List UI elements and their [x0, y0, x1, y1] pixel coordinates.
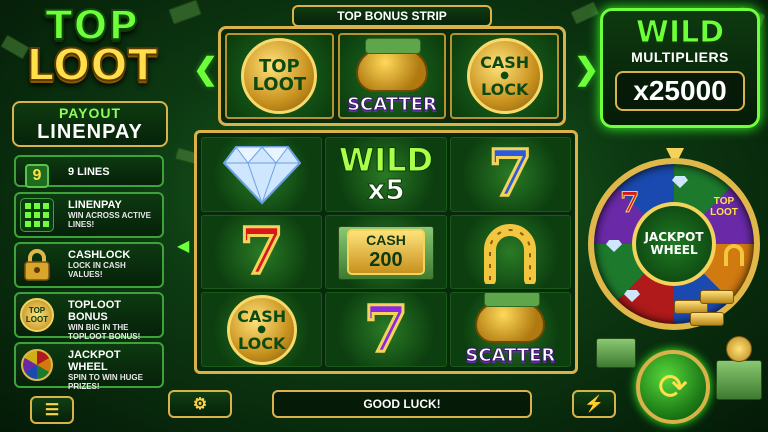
reel-cell-scatter: SCATTER: [449, 292, 571, 367]
wheel-toploot-text-1: TOP: [713, 196, 735, 207]
diamond-icon: [222, 146, 301, 205]
scatter-label: SCATTER: [347, 93, 438, 115]
bonus-strip-title: TOP BONUS STRIP: [292, 5, 492, 27]
payout-value: LINENPAY: [37, 121, 143, 143]
settings-button[interactable]: ⚙: [168, 390, 232, 418]
reel-cell-cash-lock: CASH ● LOCK: [201, 292, 323, 367]
wheel-toploot-text-2: LOOT: [710, 207, 738, 218]
toploot-icon: TOP LOOT: [241, 38, 318, 114]
wild-symbol: WILD x5: [338, 141, 434, 207]
reel-cell-diamond: [201, 137, 323, 212]
bonus-strip-cell: SCATTER: [337, 33, 447, 119]
menu-button[interactable]: ☰: [30, 396, 74, 424]
info-desc: SPIN TO WIN HUGE PRIZES!: [68, 373, 143, 391]
info-title: 9 LINES: [68, 166, 110, 178]
reel-cell-cash: CASH 200: [325, 214, 447, 290]
background-bill: [570, 1, 600, 25]
logo-line-2: LOOT: [25, 40, 158, 91]
lines-count-badge: 9: [20, 159, 54, 193]
padlock-icon: [20, 248, 54, 282]
info-title: CASHLOCK: [68, 249, 131, 261]
info-item-lines: 9 9 LINES: [14, 155, 164, 188]
horseshoe-icon: [484, 224, 537, 284]
grid-lines-icon: [20, 198, 54, 232]
info-desc: LOCK IN CASH VALUES!: [68, 261, 126, 279]
seven-symbol: 7: [487, 137, 535, 212]
status-message: GOOD LUCK!: [272, 390, 532, 418]
wheel-horseshoe-icon: [724, 244, 744, 266]
strip-left-arrow-icon[interactable]: ❮: [193, 52, 218, 87]
cash-lock-coin-icon: CASH ● LOCK: [466, 38, 543, 114]
cash-lock-text-1: CASH: [480, 53, 530, 72]
reel-cell-seven-purple: 7: [325, 292, 447, 367]
info-item-jackpot-wheel: JACKPOT WHEEL SPIN TO WIN HUGE PRIZES!: [14, 342, 164, 391]
cash-stack-icon: [716, 360, 762, 400]
info-title: LINENPAY: [68, 199, 122, 211]
wheel-segment-seven: 7: [619, 186, 640, 220]
spin-button[interactable]: ⟳: [636, 350, 710, 424]
wild-symbol-multiplier: x5: [367, 173, 406, 207]
cash-lock-text-1: CASH: [237, 306, 287, 326]
reel-grid: WILD x5 7 7 CASH 200 CASH ● LOCK 7 SCATT…: [194, 130, 578, 374]
scatter-label: SCATTER: [465, 344, 556, 366]
bonus-strip-cell: TOP LOOT: [225, 33, 334, 119]
wheel-segment-toploot: TOP LOOT: [704, 196, 744, 218]
strip-right-arrow-icon[interactable]: ❯: [574, 52, 599, 87]
toploot-icon-text: TOP LOOT: [25, 306, 49, 324]
wild-multipliers-panel: WILD MULTIPLIERS x25000: [600, 8, 760, 128]
wild-multiplier-value: x25000: [615, 71, 745, 111]
reel-cell-wild: WILD x5: [325, 137, 447, 212]
gold-coin-icon: [726, 336, 752, 362]
seven-symbol: 7: [238, 214, 286, 289]
hamburger-icon: ☰: [44, 402, 60, 419]
wild-symbol-text: WILD: [338, 141, 434, 180]
toploot-text-2: LOOT: [252, 74, 307, 95]
info-title: JACKPOT WHEEL: [68, 349, 121, 373]
gold-bar-icon: [690, 312, 724, 326]
lightning-icon: ⚡: [584, 396, 604, 413]
info-title: TOPLOOT BONUS: [68, 299, 121, 323]
wild-subtitle: MULTIPLIERS: [631, 49, 729, 65]
gold-bar-icon: [700, 290, 734, 304]
payout-label: PAYOUT: [58, 105, 121, 121]
refresh-icon: ⟳: [657, 366, 689, 407]
info-desc: WIN BIG IN THE TOPLOOT BONUS!: [68, 323, 141, 341]
info-item-toploot-bonus: TOP LOOT TOPLOOT BONUS WIN BIG IN THE TO…: [14, 292, 164, 341]
info-desc: WIN ACROSS ACTIVE LINES!: [68, 211, 151, 229]
cash-label: CASH: [366, 231, 406, 248]
jackpot-wheel-hub: JACKPOT WHEEL: [632, 202, 716, 286]
cash-lock-text-2: LOCK: [237, 333, 286, 353]
payout-box: PAYOUT LINENPAY: [12, 101, 168, 147]
bonus-strip: TOP LOOT SCATTER CASH ● LOCK: [218, 26, 566, 126]
info-item-cashlock: CASHLOCK LOCK IN CASH VALUES!: [14, 242, 164, 288]
cash-lock-text-2: LOCK: [480, 80, 529, 99]
wheel-hub-text-2: WHEEL: [650, 243, 698, 257]
mini-wheel-icon: [20, 348, 54, 382]
turbo-button[interactable]: ⚡: [572, 390, 616, 418]
toploot-icon: TOP LOOT: [20, 298, 54, 332]
wild-title: WILD: [635, 15, 725, 50]
pot-of-gold-icon: [475, 293, 546, 343]
bonus-strip-cell: CASH ● LOCK: [450, 33, 560, 119]
lines-count: 9: [25, 164, 49, 188]
reel-cell-seven-blue: 7: [449, 137, 571, 212]
game-logo: TOP LOOT: [8, 5, 176, 98]
reel-left-arrow-icon[interactable]: ◀: [177, 236, 189, 256]
reel-cell-horseshoe: [449, 214, 571, 290]
cash-lock-coin-icon: CASH ● LOCK: [226, 294, 297, 365]
gear-icon: ⚙: [192, 396, 208, 413]
reel-cell-seven-red: 7: [201, 214, 323, 290]
info-item-linenpay: LINENPAY WIN ACROSS ACTIVE LINES!: [14, 192, 164, 238]
seven-symbol: 7: [362, 292, 410, 367]
pot-of-gold-icon: [356, 37, 428, 92]
cash-value: 200: [369, 248, 403, 271]
cash-stack-icon: [596, 338, 636, 368]
cash-value-plate: CASH 200: [346, 228, 425, 275]
